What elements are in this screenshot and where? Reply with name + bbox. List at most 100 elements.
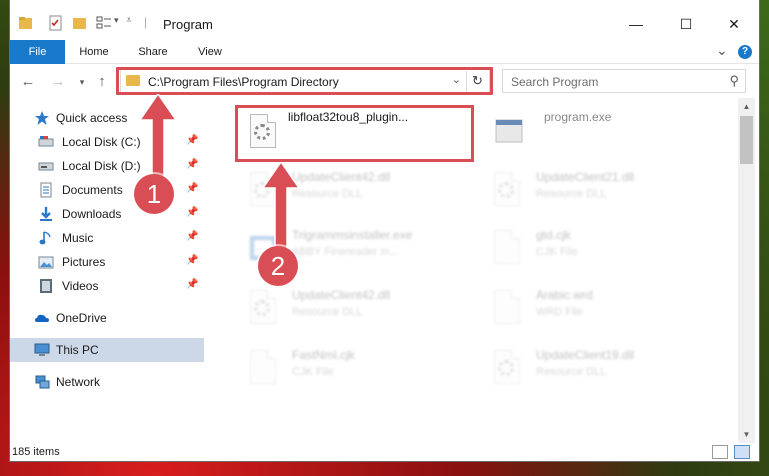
scroll-up-icon[interactable]: ▲ [738, 98, 755, 115]
file-name: UpdateClient21.dll [536, 170, 635, 184]
pin-icon[interactable]: 📌 [186, 231, 198, 242]
file-type: Resource DLL [292, 306, 363, 318]
address-row: ← → ▾ ↑ C:\Program Files\Program Directo… [10, 65, 759, 97]
back-arrow-icon[interactable]: ← [18, 72, 38, 92]
file-item[interactable]: UpdateClient42.dll Resource DLL [232, 282, 472, 338]
new-folder-icon[interactable] [72, 15, 88, 31]
nav-label: OneDrive [56, 311, 107, 325]
minimize-button[interactable]: — [613, 10, 659, 38]
document-icon [490, 228, 524, 270]
address-highlight-box [116, 67, 493, 95]
file-type: CJK File [536, 246, 578, 258]
nav-item-this-pc[interactable]: This PC [10, 338, 204, 362]
title-bar: ▾ ⩡ | Program — ☐ ✕ [10, 0, 759, 40]
file-name: Arabic.wrd [536, 288, 593, 302]
recent-locations-icon[interactable]: ▾ [72, 72, 92, 92]
file-type: Resource DLL [292, 188, 363, 200]
exe-icon [492, 112, 526, 154]
nav-label: This PC [56, 343, 99, 357]
file-name: UpdateClient19.dll [536, 348, 635, 362]
pin-icon[interactable]: 📌 [186, 207, 198, 218]
documents-icon [38, 182, 54, 198]
nav-label: Music [62, 231, 94, 245]
nav-item-downloads[interactable]: Downloads 📌 [10, 202, 204, 226]
cloud-icon [34, 310, 50, 326]
nav-item-onedrive[interactable]: OneDrive [10, 306, 204, 330]
file-item[interactable]: UpdateClient19.dll Resource DLL [476, 342, 716, 398]
customize-toolbar-icon[interactable]: ⩡ [126, 15, 142, 31]
search-icon[interactable]: ⚲ [729, 73, 739, 89]
network-icon [34, 374, 50, 390]
file-item[interactable]: Arabic.wrd WRD File [476, 282, 716, 338]
status-bar: 185 items [10, 443, 759, 461]
file-item[interactable]: FastNml.cjk CJK File [232, 342, 472, 398]
details-view-icon[interactable] [712, 445, 728, 459]
properties-icon[interactable] [48, 15, 64, 31]
pin-icon[interactable]: 📌 [186, 279, 198, 290]
tab-view[interactable]: View [185, 40, 235, 64]
scroll-down-icon[interactable]: ▼ [738, 426, 755, 443]
maximize-button[interactable]: ☐ [663, 10, 709, 38]
nav-label: Local Disk (D:) [62, 159, 141, 173]
close-button[interactable]: ✕ [711, 10, 757, 38]
nav-label: Documents [62, 183, 123, 197]
music-icon [38, 230, 54, 246]
expand-ribbon-icon[interactable]: ⌄ [716, 42, 728, 59]
file-type: WRD File [536, 306, 584, 318]
videos-icon [38, 278, 54, 294]
file-name: UpdateClient42.dll [292, 170, 391, 184]
pin-icon[interactable]: 📌 [186, 183, 198, 194]
dll-gear-icon [246, 288, 280, 330]
folder-icon [18, 15, 34, 31]
nav-label: Network [56, 375, 101, 389]
tab-file[interactable]: File [10, 40, 65, 64]
vertical-scrollbar[interactable]: ▲ ▼ [738, 98, 755, 443]
document-icon [246, 348, 280, 390]
computer-icon [34, 342, 50, 358]
pictures-icon [38, 254, 54, 270]
help-icon[interactable]: ? [738, 45, 752, 59]
large-icons-view-icon[interactable] [734, 445, 750, 459]
file-name: UpdateClient42.dll [292, 288, 391, 302]
explorer-window: ▾ ⩡ | Program — ☐ ✕ File Home Share View… [9, 0, 760, 462]
forward-arrow-icon[interactable]: → [48, 72, 68, 92]
file-highlight-box [235, 105, 474, 162]
dll-gear-icon [490, 348, 524, 390]
file-name: FastNml.cjk [292, 348, 355, 362]
item-count: 185 items [12, 446, 60, 458]
file-name: Trigrammsinstaller.exe [292, 228, 413, 242]
nav-label: Videos [62, 279, 99, 293]
view-options-icon[interactable] [96, 15, 112, 31]
search-input[interactable]: Search Program ⚲ [502, 69, 746, 93]
file-type: Resource DLL [536, 188, 607, 200]
separator-icon: | [144, 15, 148, 29]
window-title: Program [163, 17, 213, 32]
document-icon [490, 288, 524, 330]
drive-icon [38, 158, 54, 174]
nav-item-pictures[interactable]: Pictures 📌 [10, 250, 204, 274]
nav-label: Downloads [62, 207, 122, 221]
file-type: ABBY Finereader In... [292, 246, 399, 258]
file-type: Resource DLL [536, 366, 607, 378]
pin-icon[interactable]: 📌 [186, 255, 198, 266]
up-arrow-icon[interactable]: ↑ [92, 72, 112, 92]
tab-home[interactable]: Home [70, 40, 118, 64]
file-item[interactable]: gtd.cjk CJK File [476, 222, 716, 278]
file-type: CJK File [292, 366, 334, 378]
tab-share[interactable]: Share [128, 40, 178, 64]
drive-icon [38, 134, 54, 150]
file-item[interactable]: UpdateClient21.dll Resource DLL [476, 164, 716, 220]
file-item[interactable]: program.exe [480, 106, 720, 162]
step-2-badge: 2 [258, 246, 298, 286]
nav-label: Local Disk (C:) [62, 135, 141, 149]
star-icon [34, 110, 50, 126]
nav-label: Quick access [56, 111, 128, 125]
nav-item-network[interactable]: Network [10, 370, 204, 394]
pin-icon[interactable]: 📌 [186, 159, 198, 170]
nav-item-music[interactable]: Music 📌 [10, 226, 204, 250]
step-1-badge: 1 [134, 174, 174, 214]
scroll-thumb[interactable] [740, 116, 753, 164]
ribbon-tabs: File Home Share View ⌄ ? [10, 40, 759, 64]
nav-item-videos[interactable]: Videos 📌 [10, 274, 204, 298]
pin-icon[interactable]: 📌 [186, 135, 198, 146]
